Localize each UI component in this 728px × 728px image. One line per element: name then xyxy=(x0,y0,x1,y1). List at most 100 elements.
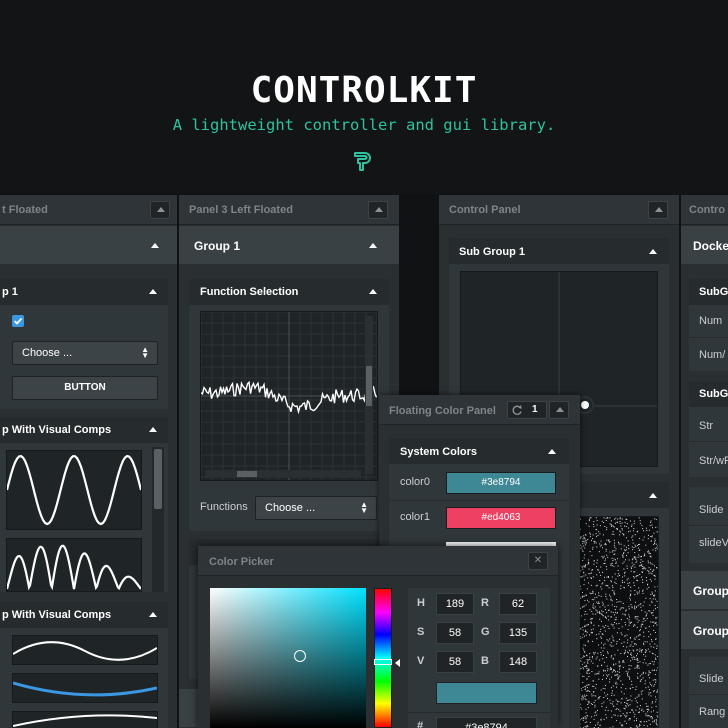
plotter-scrollbar-v[interactable] xyxy=(365,316,373,474)
sub-group-header[interactable]: System Colors xyxy=(389,438,569,464)
sub-group-title: p With Visual Comps xyxy=(2,609,112,621)
group-header[interactable] xyxy=(0,226,177,264)
color0-label: color0 xyxy=(400,476,430,488)
noise-canvas xyxy=(577,516,659,728)
sub-group-header[interactable]: p With Visual Comps xyxy=(0,417,168,443)
collapse-panel-button[interactable] xyxy=(648,201,668,219)
slide-label: Slide xyxy=(699,504,724,516)
v-input[interactable]: 58 xyxy=(436,651,474,673)
range-label: Rang xyxy=(699,706,726,718)
collapse-panel-button[interactable] xyxy=(549,401,569,419)
sub-group-header[interactable]: p With Visual Comps xyxy=(0,602,168,628)
saturation-value-field[interactable] xyxy=(210,588,366,728)
panel-title: t Floated xyxy=(2,204,48,216)
color1-swatch[interactable]: #ed4063 xyxy=(446,507,556,529)
collapse-icon xyxy=(149,289,157,294)
sub-group-visual-comps: p With Visual Comps xyxy=(0,417,168,592)
group-header-2[interactable]: Group xyxy=(681,571,728,609)
picker-title: Color Picker xyxy=(209,556,274,568)
scrollbar-track[interactable] xyxy=(152,447,164,592)
s-label: S xyxy=(417,626,425,638)
action-button[interactable]: BUTTON xyxy=(12,376,158,400)
right-control-panel: Contro Docke SubG Num Num/ SubG Str Str/… xyxy=(681,195,728,728)
collapse-icon xyxy=(649,493,657,498)
reset-icon xyxy=(512,405,522,415)
sub-group-header[interactable]: SubG xyxy=(689,381,728,407)
picker-header[interactable]: Color Picker ✕ xyxy=(198,546,558,576)
hex-input[interactable]: #3e8794 xyxy=(436,717,537,728)
functions-label: Functions xyxy=(200,501,248,513)
group-title: Docke xyxy=(693,239,728,253)
collapse-icon xyxy=(149,612,157,617)
color1-label: color1 xyxy=(400,511,430,523)
g-input[interactable]: 135 xyxy=(499,622,537,644)
collapse-icon xyxy=(375,207,383,212)
sub-group-title: p 1 xyxy=(2,286,18,298)
wave-graph-bottom xyxy=(12,711,158,728)
collapse-panel-button[interactable] xyxy=(150,201,170,219)
wave-graph-blue xyxy=(12,673,158,703)
sub-group-header[interactable]: Function Selection xyxy=(189,279,389,305)
group-header[interactable]: Docke xyxy=(681,226,728,264)
group-header-3[interactable]: Group xyxy=(681,611,728,649)
panel-header[interactable]: Floating Color Panel 1 xyxy=(379,395,580,425)
function-selection-group: Function Selection Functions Choose ... … xyxy=(189,279,389,531)
hue-handle-icon[interactable] xyxy=(374,659,392,665)
sine-graph-canvas xyxy=(5,450,143,530)
sub-group-header[interactable]: p 1 xyxy=(0,279,168,305)
sub-group-title: System Colors xyxy=(400,446,478,458)
sv-handle-icon[interactable] xyxy=(294,650,306,662)
plotter-scrollbar-h[interactable] xyxy=(205,470,361,478)
handle-dot-icon xyxy=(581,401,589,409)
h-input[interactable]: 189 xyxy=(436,593,474,615)
function-plotter[interactable] xyxy=(200,311,378,481)
sub-group-title: Sub Group 1 xyxy=(459,246,525,258)
b-input[interactable]: 148 xyxy=(499,651,537,673)
sub-group-header[interactable]: SubG xyxy=(689,279,728,305)
slide-v-label: slideV xyxy=(699,537,728,549)
collapse-panel-button[interactable] xyxy=(368,201,388,219)
color0-swatch[interactable]: #3e8794 xyxy=(446,472,556,494)
sub-group-title: SubG xyxy=(699,388,728,400)
r-input[interactable]: 62 xyxy=(499,593,537,615)
collapse-icon xyxy=(548,449,556,454)
scrollbar-thumb[interactable] xyxy=(154,449,162,509)
collapse-icon xyxy=(649,249,657,254)
sub-group-c: Slide slideV xyxy=(689,487,728,563)
sub-group-b: SubG Str Str/wF xyxy=(689,381,728,477)
str-w-label: Str/wF xyxy=(699,455,728,467)
group-header[interactable]: Group 1 xyxy=(179,226,399,264)
checkbox-checked-icon[interactable] xyxy=(12,315,24,327)
sub-group-visual-comps-2: p With Visual Comps xyxy=(0,602,168,728)
num-label: Num xyxy=(699,315,723,327)
collapse-icon xyxy=(369,243,377,248)
s-input[interactable]: 58 xyxy=(436,622,474,644)
select-value: Choose ... xyxy=(265,502,316,514)
row-divider xyxy=(689,525,728,526)
sub-group-header[interactable]: Sub Group 1 xyxy=(449,238,669,264)
panel-header[interactable]: Panel 3 Left Floated xyxy=(179,195,399,225)
option-select[interactable]: Choose ... ▲ ▼ xyxy=(12,341,158,365)
scrollbar-thumb[interactable] xyxy=(237,471,257,477)
wave-graph-small xyxy=(12,635,158,665)
sub-group-title: SubG xyxy=(699,286,728,298)
sub-group-a: SubG Num Num/ xyxy=(689,279,728,371)
h-label: H xyxy=(417,597,425,609)
history-count: 1 xyxy=(532,404,538,415)
collapse-icon xyxy=(157,207,165,212)
v-label: V xyxy=(417,655,425,667)
panel-header[interactable]: Control Panel xyxy=(439,195,679,225)
history-counter[interactable]: 1 xyxy=(507,401,547,419)
row-divider xyxy=(389,500,569,501)
group-title: Group xyxy=(693,624,728,638)
panel-header[interactable]: Contro xyxy=(681,195,728,225)
functions-select[interactable]: Choose ... ▲ ▼ xyxy=(255,496,377,520)
hue-slider[interactable] xyxy=(374,588,392,728)
scrollbar-thumb[interactable] xyxy=(366,366,372,406)
b-label: B xyxy=(481,655,489,667)
close-icon[interactable]: ✕ xyxy=(528,552,548,570)
hex-label: # xyxy=(417,720,424,728)
panel-title: Control Panel xyxy=(449,204,521,216)
r-label: R xyxy=(481,597,489,609)
panel-header[interactable]: t Floated xyxy=(0,195,177,225)
